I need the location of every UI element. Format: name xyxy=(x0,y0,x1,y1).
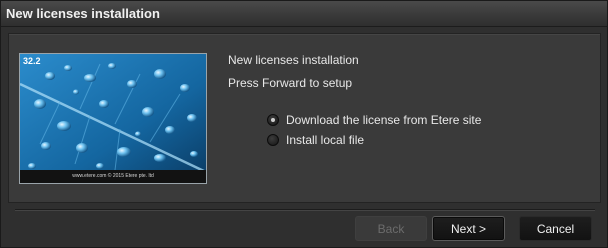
license-installation-dialog: New licenses installation 32.2 www.etere… xyxy=(0,0,608,248)
info-title: New licenses installation xyxy=(228,53,359,67)
title-bar[interactable]: New licenses installation xyxy=(1,1,607,27)
info-subtitle: Press Forward to setup xyxy=(228,76,353,90)
cancel-button[interactable]: Cancel xyxy=(519,216,592,241)
radio-label: Install local file xyxy=(286,133,365,147)
content-panel: 32.2 www.etere.com © 2015 Etere pte. ltd… xyxy=(8,33,601,203)
radio-label: Download the license from Etere site xyxy=(286,113,482,127)
back-button[interactable]: Back xyxy=(355,216,427,241)
radio-unchecked-icon[interactable] xyxy=(267,134,279,146)
version-label: 32.2 xyxy=(23,56,41,66)
radio-checked-icon[interactable] xyxy=(267,114,279,126)
radio-download-from-site[interactable]: Download the license from Etere site xyxy=(267,112,481,128)
hero-image: 32.2 www.etere.com © 2015 Etere pte. ltd xyxy=(19,53,207,184)
next-button[interactable]: Next > xyxy=(432,216,505,241)
radio-install-local-file[interactable]: Install local file xyxy=(267,132,364,148)
copyright-footer: www.etere.com © 2015 Etere pte. ltd xyxy=(20,170,206,183)
water-droplets-leaf-image xyxy=(20,54,206,183)
window-title: New licenses installation xyxy=(6,6,160,21)
footer-divider xyxy=(15,209,595,211)
